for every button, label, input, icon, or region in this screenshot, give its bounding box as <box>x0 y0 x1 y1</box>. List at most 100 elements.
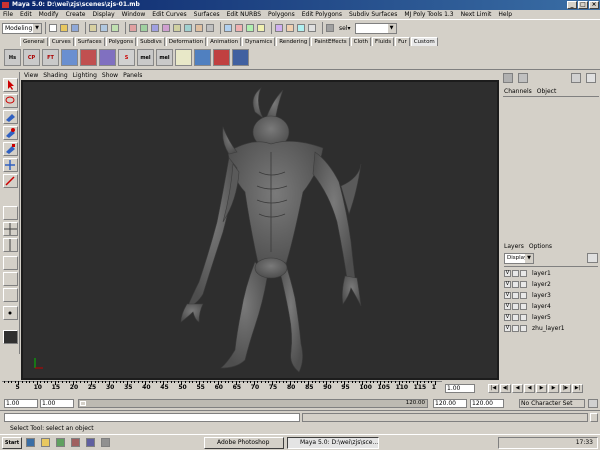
channelbox-attr-icon[interactable] <box>518 73 528 83</box>
layer-visibility-toggle[interactable]: V <box>504 313 511 321</box>
layer-row[interactable]: V layer4 <box>504 301 598 311</box>
menu-edit-curves[interactable]: Edit Curves <box>152 11 186 18</box>
menu-polygons[interactable]: Polygons <box>268 11 295 18</box>
tab-fur[interactable]: Fur <box>395 37 410 46</box>
tab-custom[interactable]: Custom <box>410 37 438 46</box>
layers-menu-layers[interactable]: Layers <box>504 243 524 250</box>
shelf-button-cp[interactable]: CP <box>23 49 40 66</box>
layer-visibility-toggle[interactable]: V <box>504 324 511 332</box>
layer-type-toggle[interactable] <box>512 313 519 321</box>
playback-start-field[interactable]: 1.00 <box>40 399 74 408</box>
shelf-button-extrude-icon[interactable] <box>80 49 97 66</box>
quick-launch-media-icon[interactable] <box>71 438 80 447</box>
layer-type-toggle[interactable] <box>512 324 519 332</box>
move-tool-icon[interactable] <box>3 110 18 124</box>
layer-type-toggle[interactable] <box>512 291 519 299</box>
layer-color-swatch[interactable] <box>520 324 527 332</box>
input-mode-icon[interactable] <box>326 24 334 32</box>
layer-color-swatch[interactable] <box>520 313 527 321</box>
layer-type-toggle[interactable] <box>512 302 519 310</box>
step-back-frame-button[interactable]: ◀ <box>512 384 523 393</box>
character-set-field[interactable]: No Character Set <box>519 399 585 408</box>
menu-file[interactable]: File <box>3 11 13 18</box>
layer-row[interactable]: V zhu_layer1 <box>504 323 598 333</box>
start-button[interactable]: Start <box>2 437 22 449</box>
mel-command-input[interactable] <box>4 413 300 422</box>
mask-surfaces-icon[interactable] <box>162 24 170 32</box>
channelbox-extra-icon[interactable] <box>586 73 596 83</box>
mask-deformations-icon[interactable] <box>173 24 181 32</box>
step-forward-frame-button[interactable]: ▶ <box>548 384 559 393</box>
animation-start-field[interactable]: 1.00 <box>4 399 38 408</box>
menu-display[interactable]: Display <box>93 11 115 18</box>
menu-mj-poly-tools[interactable]: MJ Poly Tools 1.3 <box>404 11 453 18</box>
menu-next-limit[interactable]: Next Limit <box>461 11 492 18</box>
scale-tool-icon[interactable] <box>3 142 18 156</box>
shelf-button-poly-icon[interactable] <box>61 49 78 66</box>
channelbox-layout-icon[interactable] <box>503 73 513 83</box>
layer-row[interactable]: V layer2 <box>504 279 598 289</box>
taskbar-photoshop[interactable]: Adobe Photoshop <box>204 437 284 449</box>
layer-visibility-toggle[interactable]: V <box>504 291 511 299</box>
layer-display-dropdown[interactable]: Display <box>504 253 534 264</box>
menu-edit[interactable]: Edit <box>20 11 32 18</box>
layer-color-swatch[interactable] <box>520 280 527 288</box>
layer-type-toggle[interactable] <box>512 280 519 288</box>
minimize-button[interactable]: _ <box>567 1 577 9</box>
shelf-button-mel-1[interactable]: mel <box>137 49 154 66</box>
last-tool-icon[interactable] <box>3 174 18 188</box>
tab-general[interactable]: General <box>20 37 48 46</box>
select-tool-icon[interactable] <box>3 78 18 92</box>
script-editor-button[interactable] <box>590 413 598 422</box>
menu-surfaces[interactable]: Surfaces <box>194 11 220 18</box>
panel-menu-shading[interactable]: Shading <box>43 72 67 79</box>
tab-animation[interactable]: Animation <box>207 37 242 46</box>
shelf-button-combine-icon[interactable] <box>194 49 211 66</box>
channelbox-sphere-icon[interactable] <box>571 73 581 83</box>
select-object-icon[interactable] <box>100 24 108 32</box>
layer-color-swatch[interactable] <box>520 302 527 310</box>
tab-painteffects[interactable]: PaintEffects <box>311 37 350 46</box>
snap-point-icon[interactable] <box>246 24 254 32</box>
tab-cloth[interactable]: Cloth <box>350 37 372 46</box>
layer-row[interactable]: V layer1 <box>504 268 598 278</box>
menu-window[interactable]: Window <box>122 11 146 18</box>
play-forwards-button[interactable]: ▶ <box>536 384 547 393</box>
playback-end-field[interactable]: 120.00 <box>433 399 467 408</box>
new-layer-icon[interactable] <box>587 253 598 263</box>
render-icon[interactable] <box>286 24 294 32</box>
select-component-icon[interactable] <box>111 24 119 32</box>
quick-launch-folder-icon[interactable] <box>41 438 50 447</box>
mask-joints-icon[interactable] <box>140 24 148 32</box>
shelf-button-blank-icon[interactable] <box>175 49 192 66</box>
tab-fluids[interactable]: Fluids <box>372 37 395 46</box>
layer-type-toggle[interactable] <box>512 269 519 277</box>
layers-menu-options[interactable]: Options <box>529 243 552 250</box>
layer-visibility-toggle[interactable]: V <box>504 280 511 288</box>
go-to-end-button[interactable]: ▶| <box>572 384 583 393</box>
menu-edit-nurbs[interactable]: Edit NURBS <box>227 11 261 18</box>
menu-create[interactable]: Create <box>66 11 86 18</box>
layout-single-icon[interactable] <box>3 206 18 220</box>
tab-subdivs[interactable]: Subdivs <box>137 37 165 46</box>
panel-menu-lighting[interactable]: Lighting <box>73 72 97 79</box>
mask-curves-icon[interactable] <box>151 24 159 32</box>
current-frame-field[interactable]: 1.00 <box>445 384 475 393</box>
panel-menu-panels[interactable]: Panels <box>123 72 142 79</box>
step-back-key-button[interactable]: ◀| <box>500 384 511 393</box>
range-start-handle[interactable] <box>80 401 86 406</box>
shelf-button-hs[interactable]: Hs <box>4 49 21 66</box>
manipulator-tool-icon[interactable] <box>3 158 18 172</box>
animation-end-field[interactable]: 120.00 <box>470 399 504 408</box>
mask-dynamics-icon[interactable] <box>184 24 192 32</box>
tab-curves[interactable]: Curves <box>48 37 74 46</box>
layer-row[interactable]: V layer5 <box>504 312 598 322</box>
construction-history-icon[interactable] <box>275 24 283 32</box>
quick-launch-mail-icon[interactable] <box>86 438 95 447</box>
menu-subdiv-surfaces[interactable]: Subdiv Surfaces <box>349 11 397 18</box>
open-scene-icon[interactable] <box>60 24 68 32</box>
tab-deformation[interactable]: Deformation <box>165 37 207 46</box>
layout-two-icon[interactable] <box>3 238 18 252</box>
layout-graph-icon[interactable] <box>3 272 18 286</box>
maximize-button[interactable]: □ <box>578 1 588 9</box>
